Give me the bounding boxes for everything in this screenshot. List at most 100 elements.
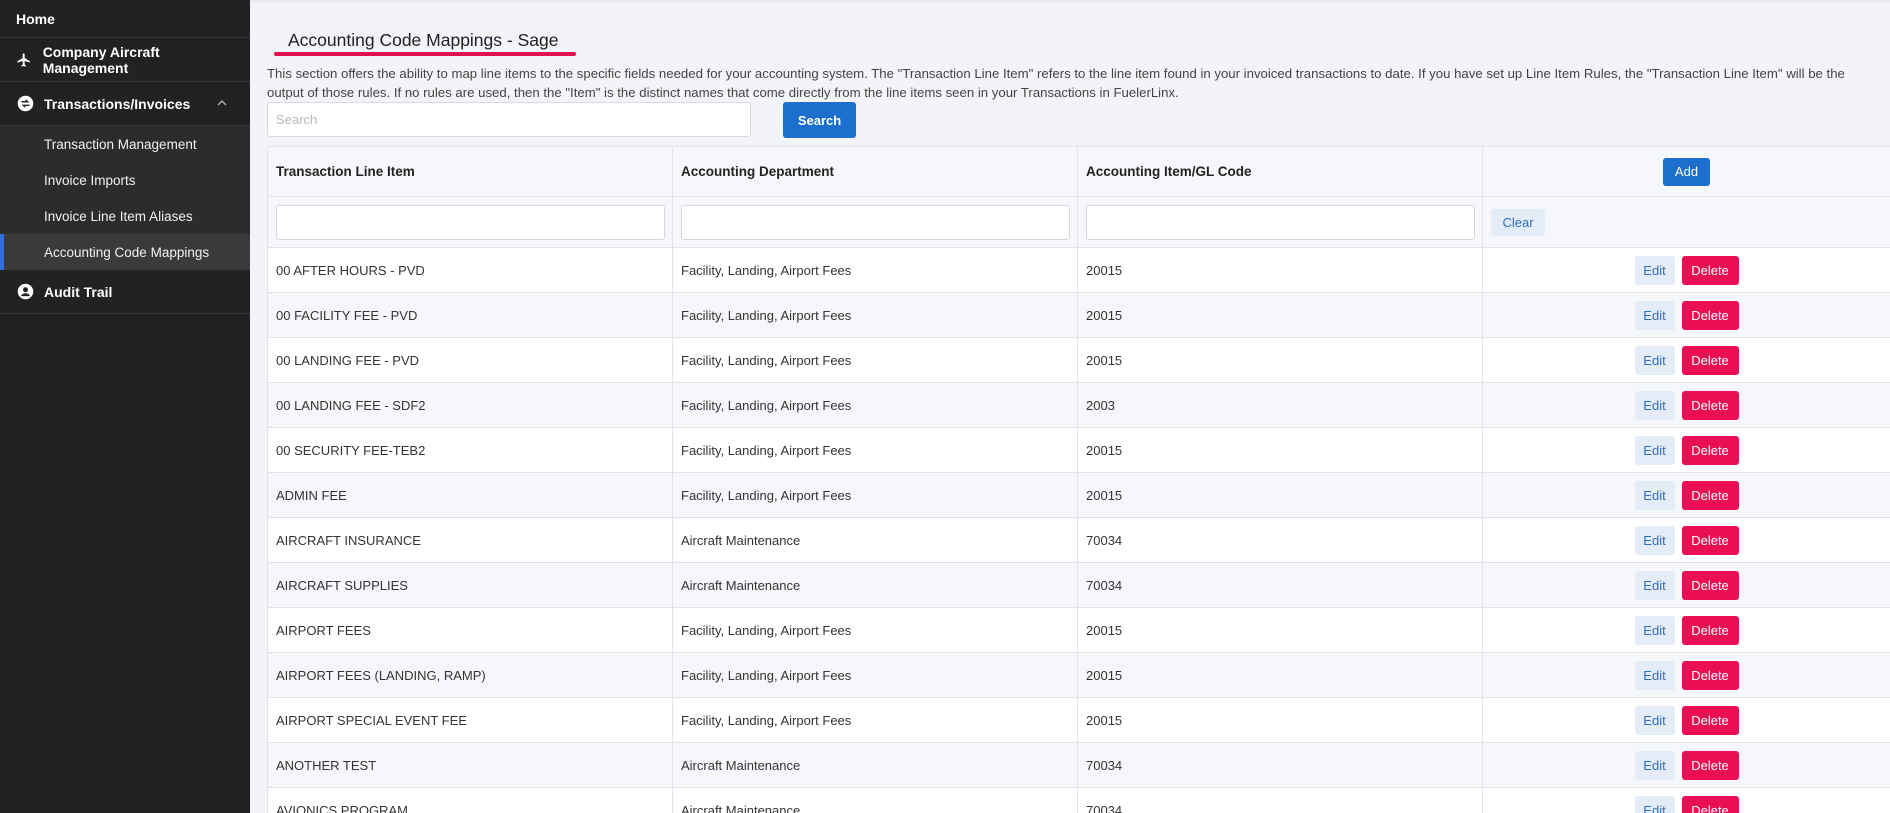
edit-button[interactable]: Edit	[1634, 795, 1675, 813]
edit-button[interactable]: Edit	[1634, 345, 1675, 375]
cell-line-item: AIRPORT FEES (LANDING, RAMP)	[267, 652, 673, 698]
column-header-line-item: Transaction Line Item	[267, 146, 673, 197]
column-header-actions: Add	[1482, 146, 1890, 197]
edit-button[interactable]: Edit	[1634, 255, 1675, 285]
filter-cell: Clear	[1482, 196, 1890, 248]
delete-button[interactable]: Delete	[1681, 570, 1739, 600]
sidebar-item-audit-trail[interactable]: Audit Trail	[0, 270, 250, 314]
edit-button[interactable]: Edit	[1634, 435, 1675, 465]
cell-department: Facility, Landing, Airport Fees	[672, 652, 1078, 698]
cell-line-item: 00 FACILITY FEE - PVD	[267, 292, 673, 338]
cell-department: Facility, Landing, Airport Fees	[672, 607, 1078, 653]
main-content: Accounting Code Mappings - Sage This sec…	[250, 0, 1890, 813]
cell-line-item: ADMIN FEE	[267, 472, 673, 518]
delete-button[interactable]: Delete	[1681, 300, 1739, 330]
cell-actions: Edit Delete	[1482, 292, 1890, 338]
delete-button[interactable]: Delete	[1681, 705, 1739, 735]
delete-button[interactable]: Delete	[1681, 345, 1739, 375]
edit-button[interactable]: Edit	[1634, 570, 1675, 600]
delete-button[interactable]: Delete	[1681, 525, 1739, 555]
mappings-table: Transaction Line Item Accounting Departm…	[267, 146, 1890, 813]
sidebar-item-label: Company Aircraft Management	[42, 43, 160, 76]
table-row: AIRCRAFT SUPPLIES Aircraft Maintenance 700…	[267, 562, 1890, 608]
table-row: 00 LANDING FEE - PVD Facility, Landing, A…	[267, 337, 1890, 383]
edit-button[interactable]: Edit	[1634, 480, 1675, 510]
filter-gl-code-input[interactable]	[1086, 204, 1475, 240]
cell-actions: Edit Delete	[1482, 247, 1890, 293]
cell-actions: Edit Delete	[1482, 337, 1890, 383]
sidebar-item-transactions[interactable]: Transactions/Invoices	[0, 82, 250, 126]
delete-button[interactable]: Delete	[1681, 615, 1739, 645]
cell-gl-code: 20015	[1077, 652, 1483, 698]
table-body: 00 AFTER HOURS - PVD Facility, Landing, A…	[267, 247, 1890, 813]
delete-button[interactable]: Delete	[1681, 255, 1739, 285]
cell-department: Facility, Landing, Airport Fees	[672, 427, 1078, 473]
sidebar-item-home[interactable]: Home	[0, 0, 250, 38]
cell-line-item: 00 SECURITY FEE-TEB2	[267, 427, 673, 473]
sidebar-item-invoice-imports[interactable]: Invoice Imports	[0, 162, 250, 198]
sidebar-item-invoice-line-item-aliases[interactable]: Invoice Line Item Aliases	[0, 198, 250, 234]
edit-button[interactable]: Edit	[1634, 300, 1675, 330]
filter-cell	[267, 196, 673, 248]
edit-button[interactable]: Edit	[1634, 660, 1675, 690]
page-title: Accounting Code Mappings - Sage	[288, 30, 559, 50]
cell-actions: Edit Delete	[1482, 742, 1890, 788]
cell-actions: Edit Delete	[1482, 427, 1890, 473]
cell-line-item: AIRPORT SPECIAL EVENT FEE	[267, 697, 673, 743]
sidebar-item-label: Transactions/Invoices	[44, 95, 191, 112]
cell-gl-code: 70034	[1077, 562, 1483, 608]
sidebar-item-transaction-management[interactable]: Transaction Management	[0, 126, 250, 162]
edit-button[interactable]: Edit	[1634, 390, 1675, 420]
cell-department: Aircraft Maintenance	[672, 742, 1078, 788]
cell-department: Facility, Landing, Airport Fees	[672, 337, 1078, 383]
cell-actions: Edit Delete	[1482, 562, 1890, 608]
filter-department-input[interactable]	[681, 204, 1070, 240]
edit-button[interactable]: Edit	[1634, 525, 1675, 555]
cell-department: Facility, Landing, Airport Fees	[672, 382, 1078, 428]
edit-button[interactable]: Edit	[1634, 615, 1675, 645]
cell-department: Aircraft Maintenance	[672, 517, 1078, 563]
delete-button[interactable]: Delete	[1681, 390, 1739, 420]
top-shadow	[250, 0, 1890, 4]
cell-actions: Edit Delete	[1482, 652, 1890, 698]
delete-button[interactable]: Delete	[1681, 660, 1739, 690]
add-button[interactable]: Add	[1663, 157, 1710, 186]
sidebar-item-label: Invoice Line Item Aliases	[44, 208, 193, 224]
delete-button[interactable]: Delete	[1681, 435, 1739, 465]
page-description: This section offers the ability to map l…	[267, 66, 1845, 100]
chevron-up-icon[interactable]	[216, 96, 228, 112]
cell-department: Aircraft Maintenance	[672, 787, 1078, 813]
delete-button[interactable]: Delete	[1681, 795, 1739, 813]
table-row: AIRCRAFT INSURANCE Aircraft Maintenance 70…	[267, 517, 1890, 563]
sidebar-item-company-aircraft[interactable]: Company Aircraft Management	[0, 38, 250, 82]
edit-button[interactable]: Edit	[1634, 750, 1675, 780]
search-button[interactable]: Search	[783, 102, 856, 138]
delete-button[interactable]: Delete	[1681, 480, 1739, 510]
cell-actions: Edit Delete	[1482, 382, 1890, 428]
cell-actions: Edit Delete	[1482, 517, 1890, 563]
cell-actions: Edit Delete	[1482, 472, 1890, 518]
clear-button[interactable]: Clear	[1491, 208, 1545, 236]
mappings-table-container: Transaction Line Item Accounting Departm…	[267, 146, 1890, 813]
cell-gl-code: 20015	[1077, 427, 1483, 473]
cell-actions: Edit Delete	[1482, 607, 1890, 653]
sidebar-item-label: Transaction Management	[44, 136, 197, 152]
table-row: AVIONICS PROGRAM Aircraft Maintenance 7003…	[267, 787, 1890, 813]
edit-button[interactable]: Edit	[1634, 705, 1675, 735]
filter-row: Clear	[267, 196, 1890, 248]
sidebar-item-label: Invoice Imports	[44, 172, 136, 188]
exchange-icon	[16, 95, 34, 113]
delete-button[interactable]: Delete	[1681, 750, 1739, 780]
cell-department: Facility, Landing, Airport Fees	[672, 292, 1078, 338]
search-input[interactable]	[267, 102, 751, 137]
sidebar-item-accounting-code-mappings[interactable]: Accounting Code Mappings	[0, 234, 250, 270]
filter-line-item-input[interactable]	[276, 204, 665, 240]
table-row: 00 AFTER HOURS - PVD Facility, Landing, A…	[267, 247, 1890, 293]
cell-department: Facility, Landing, Airport Fees	[672, 697, 1078, 743]
table-row: ADMIN FEE Facility, Landing, Airport Fees…	[267, 472, 1890, 518]
transactions-submenu: Transaction Management Invoice Imports I…	[0, 126, 250, 270]
cell-line-item: ANOTHER TEST	[267, 742, 673, 788]
cell-line-item: AIRCRAFT SUPPLIES	[267, 562, 673, 608]
cell-department: Facility, Landing, Airport Fees	[672, 472, 1078, 518]
column-header-gl-code: Accounting Item/GL Code	[1077, 146, 1483, 197]
